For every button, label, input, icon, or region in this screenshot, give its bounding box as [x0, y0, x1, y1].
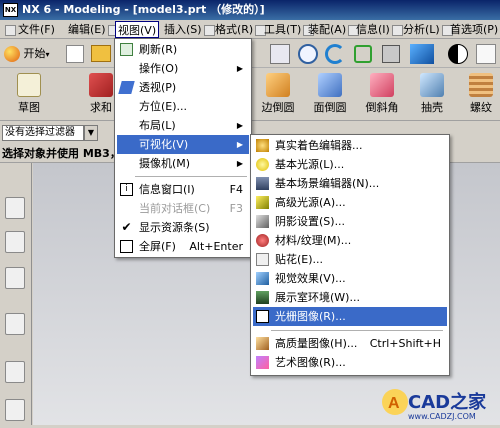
system-materials-icon[interactable]	[5, 399, 25, 421]
vis-showroom-environment[interactable]: 展示室环境(W)...	[253, 288, 447, 307]
start-icon	[4, 46, 20, 62]
vis-true-shading-editor[interactable]: 真实着色编辑器...	[253, 136, 447, 155]
shell-icon	[420, 73, 444, 97]
vis-basic-light[interactable]: 基本光源(L)...	[253, 155, 447, 174]
edge-blend-icon	[266, 73, 290, 97]
view-orient-icon[interactable]	[382, 45, 400, 63]
menu-file[interactable]: 文件(F)	[3, 21, 57, 38]
view-menu: 刷新(R) 操作(O) ▶ 透视(P) 方位(E)... 布局(L) ▶ 可视化(V…	[114, 38, 252, 258]
vis-basic-scene-editor[interactable]: 基本场景编辑器(N)...	[253, 174, 447, 193]
watermark-brand: CAD之家	[408, 392, 487, 413]
menu-view[interactable]: 视图(V)	[115, 21, 160, 38]
face-blend-button[interactable]: 面倒圆	[308, 69, 352, 119]
menu-assembly[interactable]: 装配(A)	[306, 21, 361, 38]
sketch-icon	[17, 73, 41, 97]
svg-text:A: A	[388, 395, 400, 412]
fit-view-icon[interactable]	[270, 44, 290, 64]
pan-icon[interactable]	[354, 45, 372, 63]
view-menu-current-dialog: 当前对话框(C) F3	[139, 202, 243, 215]
check-icon: ✔	[121, 220, 132, 234]
vis-artistic-image[interactable]: 艺术图像(R)...	[253, 353, 447, 372]
file-menu-icon	[5, 24, 16, 36]
view-menu-refresh[interactable]: 刷新(R)	[117, 40, 249, 59]
view-menu-operation[interactable]: 操作(O) ▶	[117, 59, 249, 78]
info-icon: i	[120, 183, 133, 196]
shadow-icon	[256, 215, 269, 228]
menu-analysis[interactable]: 分析(L)	[401, 21, 455, 38]
visual-effects-icon	[256, 272, 269, 285]
nx-logo-icon: NX	[3, 3, 18, 17]
decal-icon	[256, 253, 269, 266]
view-menu-orient[interactable]: 方位(E)...	[117, 97, 249, 116]
vis-decal[interactable]: 贴花(E)...	[253, 250, 447, 269]
face-blend-icon	[318, 73, 342, 97]
edge-blend-button[interactable]: 边倒圆	[256, 69, 300, 119]
menu-edit[interactable]: 编辑(E)	[66, 21, 121, 38]
menu-preferences[interactable]: 首选项(P)	[448, 21, 500, 38]
menu-info[interactable]: 信息(I)	[354, 21, 405, 38]
cadzj-watermark: A CAD之家 www.CADZJ.COM	[378, 384, 500, 425]
render-style-icon[interactable]	[448, 44, 468, 64]
menubar: 文件(F) 编辑(E) 视图(V) 插入(S) 格式(R) 工具(T) 装配(A…	[0, 20, 500, 39]
menu-separator	[135, 176, 247, 177]
material-icon	[256, 234, 269, 247]
vis-material-texture[interactable]: 材料/纹理(M)...	[253, 231, 447, 250]
view-menu-camera[interactable]: 摄像机(M) ▶	[117, 154, 249, 173]
showroom-icon	[256, 291, 269, 304]
view-menu-show-resource-bar[interactable]: ✔ 显示资源条(S)	[117, 218, 249, 237]
type-filter-select[interactable]: 没有选择过滤器	[2, 125, 84, 141]
unite-button[interactable]: 求和	[84, 69, 118, 119]
visualization-submenu: 真实着色编辑器... 基本光源(L)... 基本场景编辑器(N)... 高级光源…	[250, 134, 450, 376]
rotate-icon[interactable]	[325, 44, 345, 64]
vis-visual-effects[interactable]: 视觉效果(V)...	[253, 269, 447, 288]
zoom-icon[interactable]	[298, 44, 318, 64]
art-image-icon	[256, 356, 269, 369]
menu-separator	[271, 330, 443, 331]
history-clock-icon[interactable]	[5, 361, 25, 383]
menu-insert[interactable]: 插入(S)	[162, 21, 217, 38]
menu-format[interactable]: 格式(R)	[213, 21, 268, 38]
shell-button[interactable]: 抽壳	[412, 69, 452, 119]
new-file-icon[interactable]	[66, 45, 84, 63]
unite-icon	[89, 73, 113, 97]
view-menu-perspective[interactable]: 透视(P)	[117, 78, 249, 97]
layer-icon[interactable]	[476, 44, 496, 64]
assembly-navigator-icon[interactable]	[5, 197, 25, 219]
window-title: NX 6 - Modeling - [model3.prt （修改的）]	[0, 0, 500, 20]
constraint-navigator-icon[interactable]	[5, 231, 25, 253]
view-menu-fullscreen[interactable]: 全屏(F) Alt+Enter	[117, 237, 249, 256]
watermark-url: www.CADZJ.COM	[408, 412, 476, 421]
perspective-icon	[118, 81, 135, 94]
open-folder-icon[interactable]	[91, 45, 111, 62]
shaded-cube-icon[interactable]	[410, 44, 434, 64]
view-menu-layout[interactable]: 布局(L) ▶	[117, 116, 249, 135]
thread-icon	[469, 73, 493, 97]
chevron-down-icon[interactable]: ▼	[84, 125, 98, 141]
basic-light-icon	[256, 158, 269, 171]
vis-shadow-settings[interactable]: 阴影设置(S)...	[253, 212, 447, 231]
resource-bar	[0, 163, 32, 425]
vis-high-quality-image[interactable]: 高质量图像(H)... Ctrl+Shift+H	[253, 334, 447, 353]
sketch-button[interactable]: 草图	[4, 69, 54, 119]
chamfer-button[interactable]: 倒斜角	[360, 69, 404, 119]
chamfer-icon	[370, 73, 394, 97]
view-menu-visualization[interactable]: 可视化(V) ▶	[117, 135, 249, 154]
thread-button[interactable]: 螺纹	[464, 69, 498, 119]
scene-editor-icon	[256, 177, 269, 190]
vis-raster-image[interactable]: 光栅图像(R)...	[253, 307, 447, 326]
view-menu-info-window[interactable]: i 信息窗口(I) F4	[117, 180, 249, 199]
reuse-library-icon[interactable]	[5, 313, 25, 335]
vis-advanced-light[interactable]: 高级光源(A)...	[253, 193, 447, 212]
refresh-icon	[120, 43, 133, 56]
true-shading-icon	[256, 139, 269, 152]
raster-image-icon	[256, 310, 269, 323]
part-navigator-icon[interactable]	[5, 267, 25, 289]
advanced-light-icon	[256, 196, 269, 209]
fullscreen-icon	[120, 240, 133, 253]
hq-image-icon	[256, 337, 269, 350]
start-button[interactable]: 开始▾	[4, 44, 58, 64]
